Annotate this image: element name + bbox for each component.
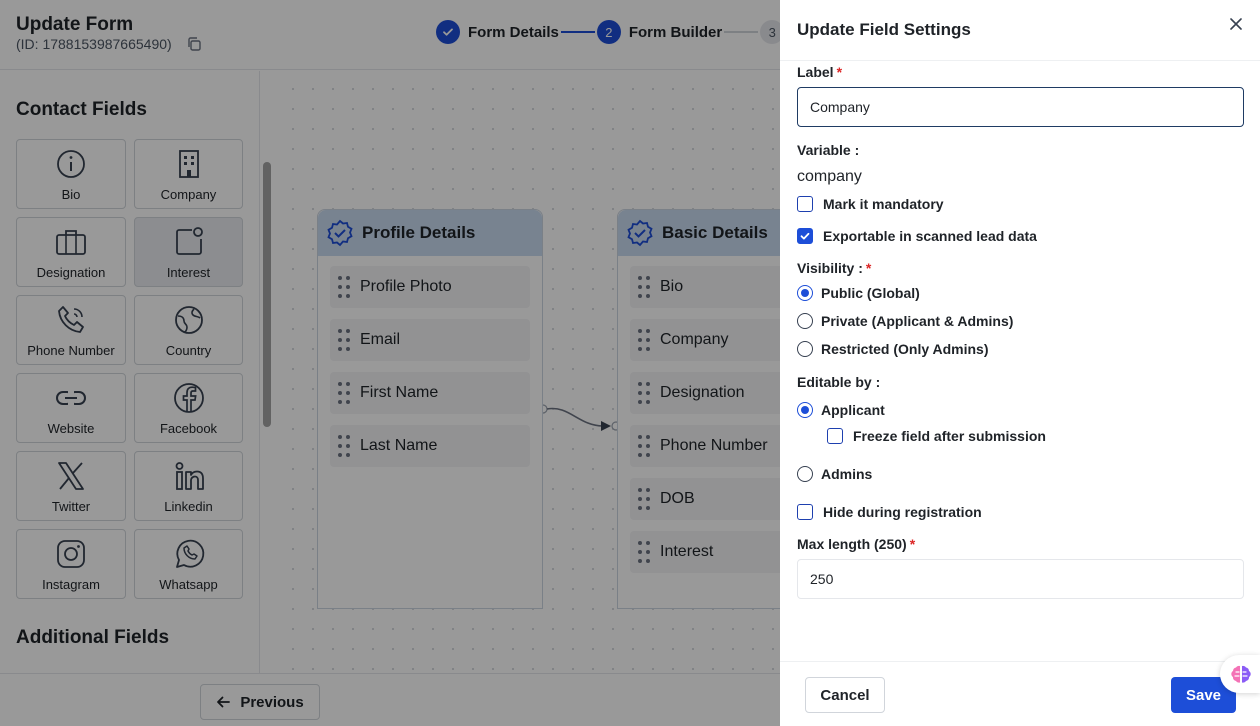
label-input[interactable] [797,87,1244,127]
radio-label: Applicant [821,402,885,418]
radio-label: Private (Applicant & Admins) [821,313,1014,329]
visibility-option-restricted[interactable]: Restricted (Only Admins) [797,341,989,357]
radio-label: Restricted (Only Admins) [821,341,989,357]
update-field-settings-drawer: Update Field Settings Label* Variable : … [780,0,1260,726]
max-length-label: Max length (250) * [797,536,915,552]
freeze-checkbox-row[interactable]: Freeze field after submission [827,428,1046,444]
max-length-input[interactable] [797,559,1244,599]
editable-option-admins[interactable]: Admins [797,466,872,482]
visibility-label: Visibility : * [797,260,871,276]
drawer-footer: Cancel Save [780,661,1260,726]
exportable-checkbox[interactable] [797,228,813,244]
close-button[interactable] [1226,14,1246,34]
exportable-checkbox-row[interactable]: Exportable in scanned lead data [797,228,1037,244]
visibility-option-private[interactable]: Private (Applicant & Admins) [797,313,1013,329]
required-mark: * [909,536,916,552]
mandatory-checkbox-row[interactable]: Mark it mandatory [797,196,944,212]
editable-radio-admins[interactable] [797,466,813,482]
label-field-text: Label [797,64,834,80]
variable-label: Variable : [797,142,860,158]
check-icon [800,232,810,240]
ai-assistant-button[interactable] [1220,655,1260,693]
editable-by-label: Editable by : [797,374,881,390]
hide-checkbox-row[interactable]: Hide during registration [797,504,982,520]
max-length-text: Max length (250) [797,536,907,552]
variable-value: company [797,168,862,185]
mandatory-label: Mark it mandatory [823,196,944,212]
freeze-checkbox[interactable] [827,428,843,444]
visibility-radio-restricted[interactable] [797,341,813,357]
visibility-text: Visibility : [797,260,863,276]
exportable-label: Exportable in scanned lead data [823,228,1037,244]
modal-backdrop[interactable] [0,0,780,726]
editable-radio-applicant[interactable] [797,402,813,418]
label-field-label: Label * [797,64,842,80]
required-mark: * [865,260,872,276]
mandatory-checkbox[interactable] [797,196,813,212]
radio-label: Admins [821,466,873,482]
visibility-radio-public[interactable] [797,285,813,301]
brain-icon [1231,665,1251,683]
drawer-title: Update Field Settings [797,20,971,39]
freeze-label: Freeze field after submission [853,428,1046,444]
hide-label: Hide during registration [823,504,982,520]
close-icon [1230,18,1242,30]
visibility-option-public[interactable]: Public (Global) [797,285,920,301]
cancel-button[interactable]: Cancel [805,677,885,713]
drawer-divider [780,60,1260,61]
editable-option-applicant[interactable]: Applicant [797,402,885,418]
required-mark: * [836,64,843,80]
hide-checkbox[interactable] [797,504,813,520]
visibility-radio-private[interactable] [797,313,813,329]
radio-label: Public (Global) [821,285,920,301]
